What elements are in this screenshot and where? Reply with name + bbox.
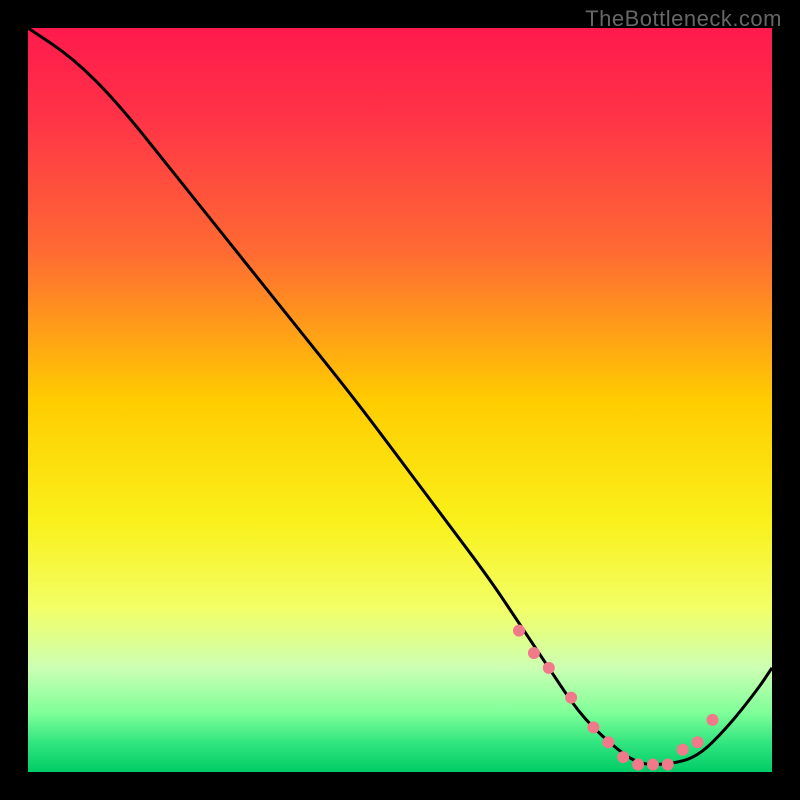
curve-marker: [662, 759, 674, 771]
curve-marker: [706, 714, 718, 726]
curve-marker: [647, 759, 659, 771]
curve-marker: [565, 692, 577, 704]
bottleneck-chart: [0, 0, 800, 800]
curve-marker: [677, 744, 689, 756]
plot-gradient-area: [28, 28, 772, 772]
curve-marker: [543, 662, 555, 674]
curve-marker: [632, 759, 644, 771]
watermark-text: TheBottleneck.com: [585, 6, 782, 32]
curve-marker: [617, 751, 629, 763]
chart-frame: TheBottleneck.com: [0, 0, 800, 800]
curve-marker: [587, 721, 599, 733]
curve-marker: [513, 625, 525, 637]
curve-marker: [692, 736, 704, 748]
curve-marker: [602, 736, 614, 748]
curve-marker: [528, 647, 540, 659]
